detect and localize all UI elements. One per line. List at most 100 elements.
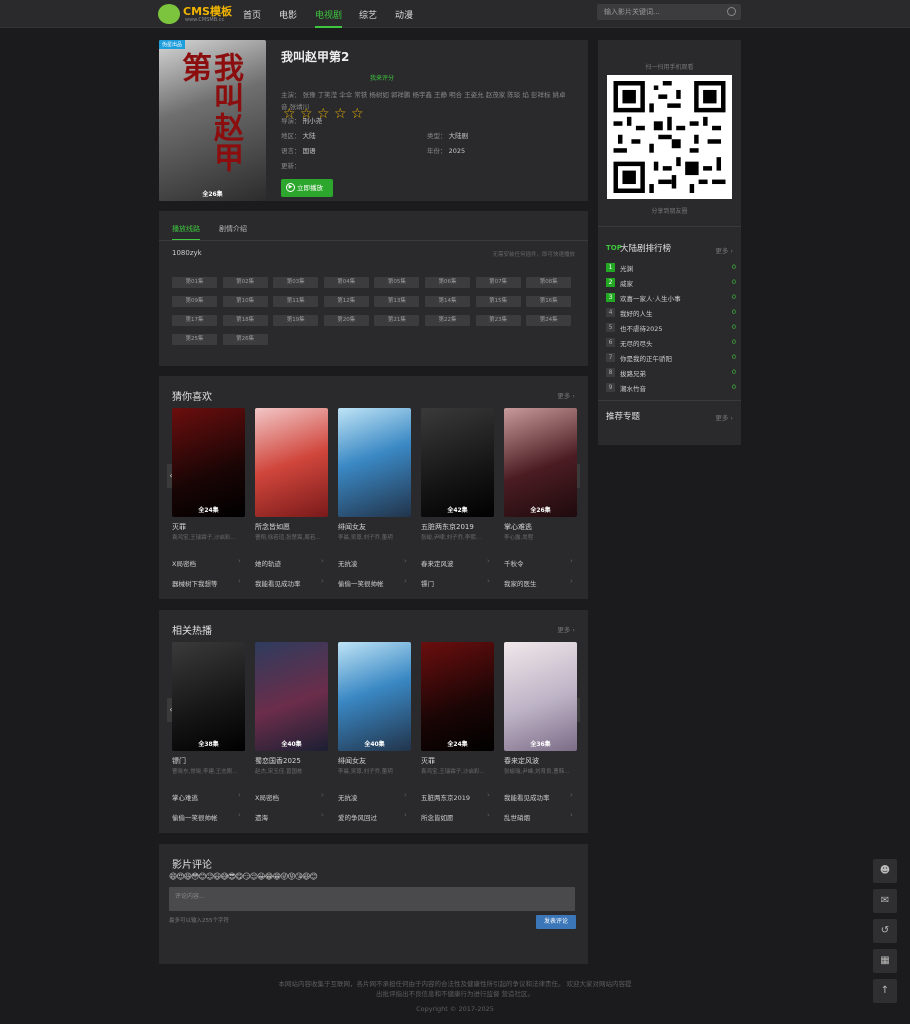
card-title[interactable]: 五脏两东京2019 (421, 522, 494, 532)
episode-button[interactable]: 第01集 (172, 277, 217, 288)
related-link[interactable]: X局密档 (172, 558, 196, 568)
related-link[interactable]: 爱的争风回过 (338, 812, 377, 822)
episode-button[interactable]: 第03集 (273, 277, 319, 288)
episode-button[interactable]: 第23集 (475, 315, 521, 326)
episode-button[interactable]: 第02集 (222, 277, 268, 288)
card-title[interactable]: 绯闻女友 (338, 522, 411, 532)
rating-link[interactable]: 我来评分 (370, 73, 394, 82)
related-link[interactable]: 偷偷一笑很帅帐 (172, 812, 218, 822)
director-name[interactable]: 刑小尧 (303, 117, 323, 125)
episode-button[interactable]: 第13集 (374, 296, 420, 307)
episode-button[interactable]: 第25集 (172, 334, 217, 345)
submit-comment-button[interactable]: 发表评论 (536, 915, 576, 929)
episode-button[interactable]: 第09集 (172, 296, 217, 307)
episode-button[interactable]: 第05集 (374, 277, 420, 288)
related-link[interactable]: 所念皆如愿 (421, 812, 454, 822)
cast-list[interactable]: 张豫 丁笑滢 伞伞 常铁 杨树如 郭祥鹏 杨宇鑫 王静 明合 王姿允 赵茂家 陈… (281, 91, 566, 111)
rank-item[interactable]: 2 威家 0 (606, 277, 736, 289)
episode-button[interactable]: 第11集 (273, 296, 319, 307)
related-link[interactable]: 千秋令 (504, 558, 524, 568)
rank-item[interactable]: 9 潮水竹音 0 (606, 382, 736, 394)
search-input[interactable]: 输入影片关键词... (597, 4, 741, 20)
user-icon[interactable]: ☻ (873, 859, 897, 883)
related-link[interactable]: 无抗凌 (338, 792, 358, 802)
nav-movie[interactable]: 电影 (279, 8, 297, 21)
rank-item[interactable]: 4 我好的人生 0 (606, 307, 736, 319)
card-title[interactable]: 镖门 (172, 756, 245, 766)
card-title[interactable]: 绯闻女友 (338, 756, 411, 766)
related-link[interactable]: 春来定风波 (421, 558, 454, 568)
related-link[interactable]: 乱世硝烟 (504, 812, 530, 822)
episode-button[interactable]: 第04集 (323, 277, 369, 288)
related-link[interactable]: 我能看见成功率 (504, 792, 550, 802)
related-link[interactable]: 镖门 (421, 578, 434, 588)
poster-card[interactable]: 全24集 (172, 408, 245, 517)
card-title[interactable]: 灭罪 (172, 522, 245, 532)
nav-tv[interactable]: 电视剧 (315, 8, 343, 28)
poster-card[interactable]: 全40集 (255, 642, 328, 751)
message-icon[interactable]: ✉ (873, 889, 897, 913)
episode-button[interactable]: 第10集 (222, 296, 268, 307)
back-to-top-icon[interactable]: ↑ (873, 979, 897, 1003)
topic-more[interactable]: 更多 › (715, 412, 733, 422)
poster-card[interactable]: 全26集 (504, 408, 577, 517)
history-icon[interactable]: ↺ (873, 919, 897, 943)
rank-item[interactable]: 1 光渊 0 (606, 262, 736, 274)
nav-home[interactable]: 首页 (243, 8, 261, 21)
main-poster[interactable]: 伪星出品 我叫赵甲第 全26集 (159, 40, 266, 201)
related-link[interactable]: 遗海 (255, 812, 268, 822)
episode-button[interactable]: 第14集 (425, 296, 470, 307)
poster-card[interactable]: 全36集 (504, 642, 577, 751)
related-link[interactable]: 掌心难逃 (172, 792, 198, 802)
episode-button[interactable]: 第22集 (425, 315, 470, 326)
episode-button[interactable]: 第24集 (526, 315, 572, 326)
episode-button[interactable]: 第15集 (475, 296, 521, 307)
rank-more[interactable]: 更多 › (715, 245, 733, 255)
rank-item[interactable]: 6 无尽的尽头 0 (606, 337, 736, 349)
emoji-bar[interactable]: 😄😍😆😳😊😉😃😅😎😋😏😌😀😂😁😜😝😘😆😊 (169, 872, 318, 881)
episode-button[interactable]: 第26集 (222, 334, 268, 345)
related-link[interactable]: 我能看见成功率 (255, 578, 301, 588)
rank-item[interactable]: 8 拔路兄弟 0 (606, 367, 736, 379)
episode-button[interactable]: 第21集 (374, 315, 420, 326)
related-link[interactable]: 她的轨迹 (255, 558, 281, 568)
card-title[interactable]: 春来定风波 (504, 756, 577, 766)
tab-synopsis[interactable]: 剧情介绍 (219, 224, 247, 234)
episode-button[interactable]: 第17集 (172, 315, 217, 326)
poster-card[interactable]: 全24集 (421, 642, 494, 751)
poster-card[interactable]: 全38集 (172, 642, 245, 751)
play-button[interactable]: ▶ 立即播放 (281, 179, 333, 197)
related-more[interactable]: 更多 › (557, 624, 575, 634)
card-title[interactable]: 掌心难逃 (504, 522, 577, 532)
site-logo[interactable]: CMS模板 www.CMSMB.cc (158, 2, 248, 26)
episode-button[interactable]: 第12集 (323, 296, 369, 307)
related-link[interactable]: 我家的医生 (504, 578, 537, 588)
episode-button[interactable]: 第16集 (526, 296, 572, 307)
episode-button[interactable]: 第20集 (323, 315, 369, 326)
card-title[interactable]: 蜀恋国香2025 (255, 756, 328, 766)
card-title[interactable]: 所念皆如愿 (255, 522, 328, 532)
nav-anime[interactable]: 动漫 (395, 8, 413, 21)
related-link[interactable]: X局密档 (255, 792, 279, 802)
poster-card[interactable]: 全42集 (421, 408, 494, 517)
share-caption[interactable]: 分享到朋友圈 (598, 206, 741, 215)
guess-more[interactable]: 更多 › (557, 390, 575, 400)
poster-card[interactable] (338, 408, 411, 517)
rank-item[interactable]: 5 也不虐待2025 0 (606, 322, 736, 334)
rank-item[interactable]: 3 欢喜一家人·人生小事 0 (606, 292, 736, 304)
episode-button[interactable]: 第07集 (475, 277, 521, 288)
card-title[interactable]: 灭罪 (421, 756, 494, 766)
related-link[interactable]: 偷偷一笑很帅帐 (338, 578, 384, 588)
rank-item[interactable]: 7 你是我的正午骄阳 0 (606, 352, 736, 364)
qrcode-icon[interactable]: ▦ (873, 949, 897, 973)
poster-card[interactable] (255, 408, 328, 517)
episode-button[interactable]: 第18集 (222, 315, 268, 326)
play-source[interactable]: 1080zyk (172, 249, 202, 257)
related-link[interactable]: 器械树下我想等 (172, 578, 218, 588)
tab-playlist[interactable]: 播放线路 (172, 224, 200, 241)
episode-button[interactable]: 第06集 (425, 277, 470, 288)
poster-card[interactable]: 全40集 (338, 642, 411, 751)
related-link[interactable]: 五脏两东京2019 (421, 792, 470, 802)
episode-button[interactable]: 第08集 (526, 277, 572, 288)
search-icon[interactable] (727, 7, 736, 16)
